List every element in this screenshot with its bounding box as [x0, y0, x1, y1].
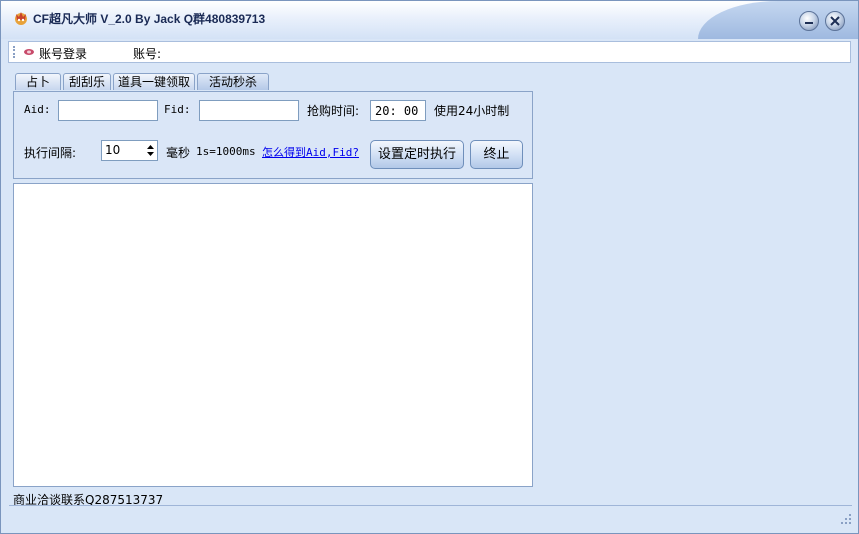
aid-input[interactable]: [58, 100, 158, 121]
tab-flash-sale[interactable]: 活动秒杀: [197, 73, 269, 90]
buy-time-label: 抢购时间:: [307, 104, 360, 118]
title-bar[interactable]: CF超凡大师 V_2.0 By Jack Q群480839713: [1, 1, 858, 39]
account-login-menu[interactable]: 账号登录: [39, 45, 87, 62]
interval-stepper[interactable]: 10: [101, 140, 158, 161]
interval-value: 10: [105, 143, 121, 157]
aid-label: Aid:: [24, 103, 51, 116]
window-title: CF超凡大师 V_2.0 By Jack Q群480839713: [33, 12, 266, 26]
help-link[interactable]: 怎么得到Aid,Fid?: [262, 144, 359, 160]
tab-divination[interactable]: 占卜: [15, 73, 61, 90]
tab-scratch-card[interactable]: 刮刮乐: [63, 73, 111, 90]
ms-hint: 1s=1000ms: [196, 145, 256, 158]
log-output[interactable]: [13, 183, 533, 487]
schedule-button[interactable]: 设置定时执行: [370, 140, 464, 169]
app-window: CF超凡大师 V_2.0 By Jack Q群480839713 账号登录 账号…: [0, 0, 859, 534]
app-logo-icon: [15, 12, 27, 25]
account-label: 账号:: [133, 47, 162, 61]
tab-claim-items[interactable]: 道具一键领取: [113, 73, 195, 90]
close-icon: [830, 16, 840, 26]
stop-button[interactable]: 终止: [470, 140, 523, 169]
flash-sale-panel: Aid: Fid: 抢购时间: 使用24小时制 执行间隔: 10 毫秒 1s=1…: [13, 91, 533, 179]
spin-arrows-icon[interactable]: [145, 142, 156, 159]
minimize-button[interactable]: [799, 11, 819, 31]
resize-grip-icon[interactable]: [840, 513, 852, 525]
minimize-icon: [805, 22, 813, 24]
toolbar-grip[interactable]: [13, 46, 17, 58]
ms-label: 毫秒: [166, 146, 191, 160]
login-icon: [24, 49, 34, 55]
24h-hint: 使用24小时制: [434, 104, 510, 118]
buy-time-input[interactable]: [370, 100, 426, 121]
fid-input[interactable]: [199, 100, 299, 121]
fid-label: Fid:: [164, 103, 191, 116]
status-divider: [9, 505, 852, 506]
interval-label: 执行间隔:: [24, 146, 77, 160]
menu-bar: 账号登录 账号:: [8, 41, 851, 63]
close-button[interactable]: [825, 11, 845, 31]
